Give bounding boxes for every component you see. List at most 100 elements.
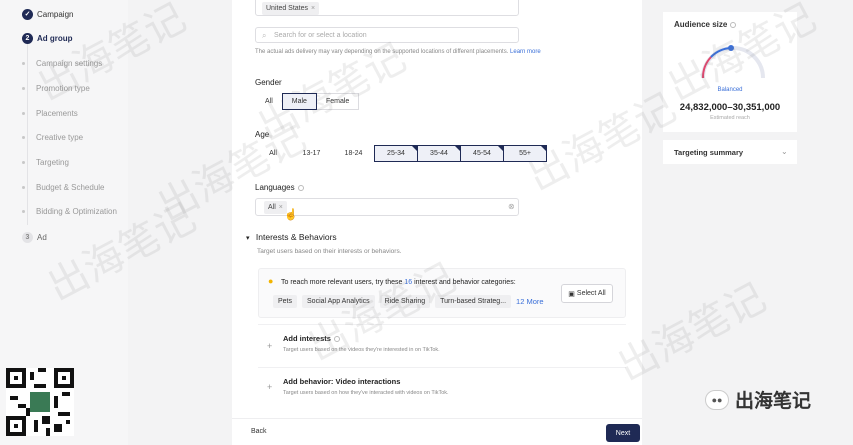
audience-size-card: Audience size Balanced 24,832,000–30,351…	[663, 12, 797, 132]
substep-dot	[22, 161, 25, 164]
substep-label: Creative type	[36, 132, 84, 142]
brand-logo-text: 出海笔记	[735, 390, 812, 412]
clear-icon[interactable]: ⊗	[508, 202, 515, 211]
interests-section-header[interactable]: ▾ Interests & Behaviors	[246, 232, 337, 242]
learn-more-link[interactable]: Learn more	[510, 49, 541, 55]
substep-placements[interactable]: Placements	[22, 103, 78, 123]
audience-range: 24,832,000–30,351,000	[679, 102, 781, 113]
substep-dot	[22, 210, 25, 213]
substep-dot	[22, 62, 25, 65]
suggestion-box: ● To reach more relevant users, try thes…	[258, 268, 626, 318]
targeting-summary-title: Targeting summary	[674, 148, 744, 157]
suggested-tags: Pets Social App Analytics Ride Sharing T…	[273, 295, 544, 308]
suggested-tag[interactable]: Turn-based Strateg...	[435, 295, 512, 308]
suggestion-text: To reach more relevant users, try these …	[281, 279, 516, 286]
add-interests-desc: Target users based on the videos they're…	[283, 347, 440, 353]
remove-language-icon[interactable]: ×	[279, 204, 283, 211]
age-option-13-17[interactable]: 13-17	[290, 145, 333, 162]
suggestion-suffix: interest and behavior categories:	[412, 279, 516, 286]
gender-option-female[interactable]: Female	[315, 93, 360, 110]
suggested-tag[interactable]: Pets	[273, 295, 298, 308]
substep-dot	[22, 186, 25, 189]
substep-dot	[22, 136, 25, 139]
substep-targeting[interactable]: Targeting	[22, 152, 69, 172]
add-behavior-title: Add behavior: Video interactions	[283, 377, 401, 386]
language-chip-label: All	[268, 204, 276, 211]
select-all-icon: ▣	[568, 290, 575, 298]
location-chip[interactable]: United States ×	[262, 2, 320, 15]
step-number-badge: 2	[22, 32, 33, 44]
gauge-indicator	[728, 45, 734, 51]
targeting-summary-card[interactable]: Targeting summary ⌄	[663, 140, 797, 164]
gender-option-all[interactable]: All	[255, 93, 283, 110]
substep-dot	[22, 87, 25, 90]
location-chip-label: United States	[266, 5, 309, 12]
remove-location-icon[interactable]: ×	[311, 5, 315, 12]
gender-option-male[interactable]: Male	[281, 93, 317, 110]
audience-gauge	[701, 45, 765, 79]
substep-bidding-optimization[interactable]: Bidding & Optimization	[22, 201, 117, 221]
step-label: Ad group	[37, 33, 73, 43]
location-search-placeholder: Search for or select a location	[274, 32, 367, 39]
select-all-label: Select All	[576, 290, 606, 297]
targeting-form: United States × ⌕ Search for or select a…	[232, 0, 642, 445]
step-ad[interactable]: 3 Ad	[22, 227, 47, 247]
more-tags-link[interactable]: 12 More	[516, 297, 544, 308]
substep-campaign-settings[interactable]: Campaign settings	[22, 53, 103, 73]
lightbulb-icon: ●	[268, 276, 274, 286]
step-label: Ad	[37, 232, 47, 242]
interests-title: Interests & Behaviors	[255, 232, 337, 242]
qr-code	[6, 368, 74, 436]
age-option-45-54[interactable]: 45-54	[460, 145, 504, 162]
substep-label: Placements	[36, 108, 78, 118]
info-icon	[333, 336, 340, 343]
chevron-down-icon: ⌄	[781, 147, 788, 156]
age-segmented-control: All 13-17 18-24 25-34 35-44 45-54 55+	[255, 145, 547, 162]
substep-promotion-type[interactable]: Promotion type	[22, 78, 90, 98]
suggestion-prefix: To reach more relevant users, try these	[281, 279, 405, 286]
back-button[interactable]: Back	[251, 428, 267, 435]
suggestion-count: 16	[404, 279, 413, 286]
step-campaign[interactable]: ✓ Campaign	[22, 4, 73, 24]
interests-subtitle: Target users based on their interests or…	[257, 248, 402, 255]
step-ad-group[interactable]: 2 Ad group	[22, 28, 73, 48]
gender-segmented-control: All Male Female	[255, 93, 360, 110]
audience-size-label: Audience size	[674, 20, 728, 29]
select-all-button[interactable]: ▣ Select All	[561, 284, 613, 303]
languages-label: Languages	[255, 183, 304, 192]
gender-label: Gender	[255, 78, 282, 87]
step-label: Campaign	[37, 9, 74, 19]
languages-label-text: Languages	[255, 183, 295, 192]
add-icon: +	[267, 341, 273, 351]
suggested-tag[interactable]: Ride Sharing	[379, 295, 431, 308]
age-option-55-plus[interactable]: 55+	[503, 145, 547, 162]
info-icon	[297, 184, 304, 191]
step-number-badge: 3	[22, 231, 33, 243]
substep-label: Bidding & Optimization	[36, 206, 117, 216]
age-label: Age	[255, 130, 270, 139]
substep-label: Campaign settings	[36, 58, 103, 68]
audience-size-title: Audience size	[674, 20, 737, 29]
location-search-input[interactable]: ⌕ Search for or select a location	[255, 27, 519, 43]
substep-budget-schedule[interactable]: Budget & Schedule	[22, 177, 105, 197]
add-behavior-row[interactable]: + Add behavior: Video interactions Targe…	[258, 367, 626, 407]
chat-bubble-icon: ●●	[705, 389, 729, 410]
add-interests-row[interactable]: + Add interests Target users based on th…	[258, 324, 626, 364]
substep-label: Targeting	[36, 157, 69, 167]
age-option-all[interactable]: All	[255, 145, 291, 162]
substep-creative-type[interactable]: Creative type	[22, 127, 84, 147]
substep-dot	[22, 112, 25, 115]
location-select[interactable]: United States ×	[255, 0, 519, 16]
add-icon: +	[267, 382, 273, 392]
substep-label: Promotion type	[36, 83, 90, 93]
age-option-25-34[interactable]: 25-34	[374, 145, 418, 162]
next-button[interactable]: Next	[606, 424, 640, 442]
add-behavior-desc: Target users based on how they've intera…	[283, 390, 449, 396]
audience-caption: Estimated reach	[710, 115, 750, 121]
collapse-caret-icon: ▾	[246, 235, 250, 242]
step-connector	[27, 40, 28, 225]
suggested-tag[interactable]: Social App Analytics	[302, 295, 375, 308]
age-option-18-24[interactable]: 18-24	[332, 145, 375, 162]
age-option-35-44[interactable]: 35-44	[417, 145, 461, 162]
brand-logo: ●● 出海笔记	[705, 386, 811, 413]
